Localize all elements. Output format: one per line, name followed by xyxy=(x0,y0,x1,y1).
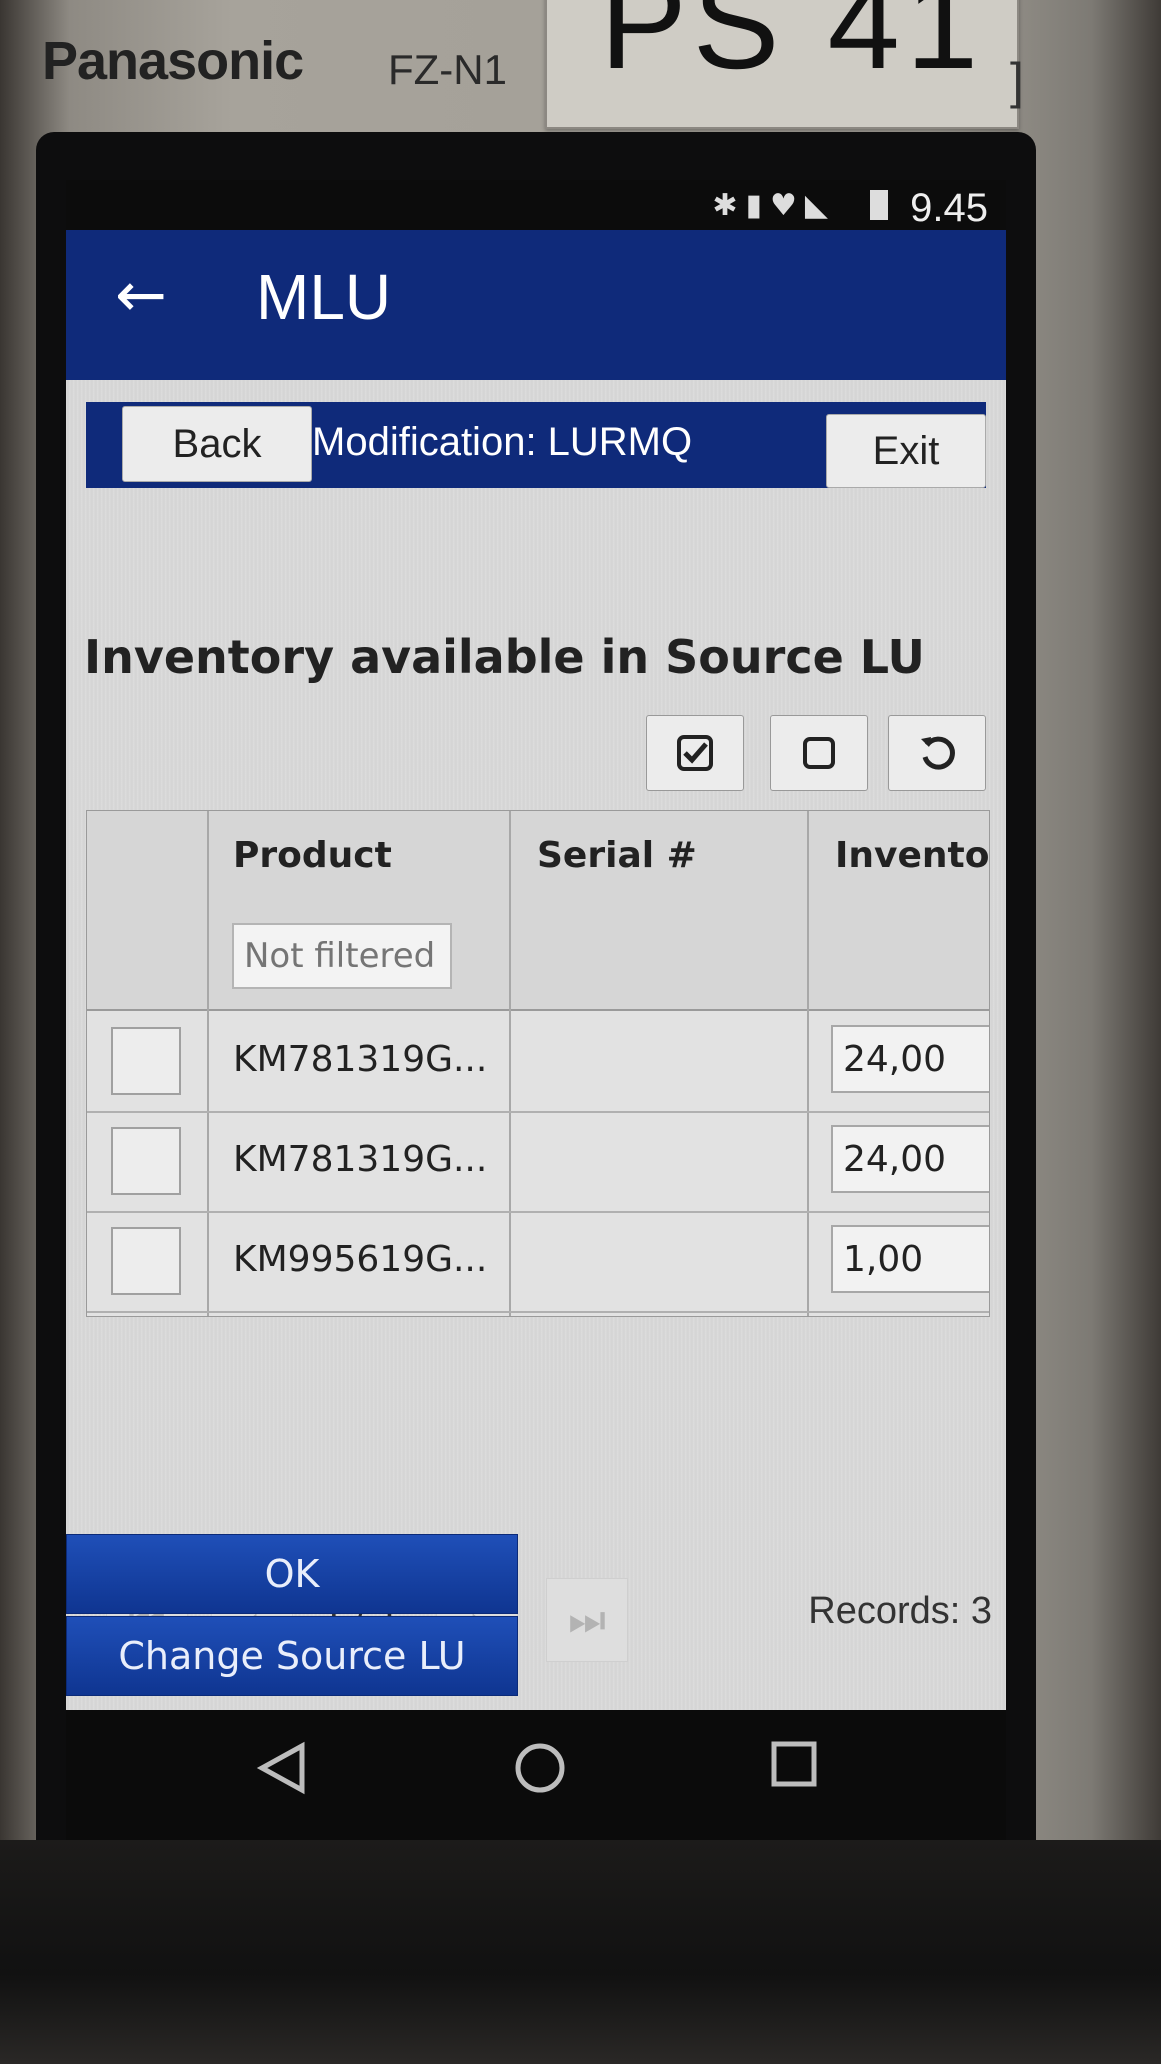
bluetooth-icon: ✱ xyxy=(712,188,746,223)
column-header-product[interactable]: Product xyxy=(233,835,392,876)
records-count: Records: 3 xyxy=(808,1590,992,1632)
device-chin xyxy=(0,1840,1161,2064)
header-band: Back Modification: LURMQ Exit xyxy=(86,402,986,488)
empty-box-icon xyxy=(803,737,835,769)
brand-logo: Panasonic xyxy=(42,31,304,91)
row-checkbox[interactable] xyxy=(111,1127,181,1195)
no-signal-icon: ◣ xyxy=(804,188,836,223)
status-time: 9.45 xyxy=(910,186,988,230)
row-checkbox[interactable] xyxy=(111,1227,181,1295)
column-header-inventory[interactable]: Inventor xyxy=(835,835,989,876)
row-checkbox[interactable] xyxy=(111,1027,181,1095)
battery-icon xyxy=(870,190,888,220)
column-header-serial[interactable]: Serial # xyxy=(537,835,697,876)
product-cell: KM781319G... xyxy=(233,1039,488,1080)
inventory-field[interactable]: 24,00 xyxy=(831,1125,989,1193)
exit-button[interactable]: Exit xyxy=(826,414,986,488)
status-icons: ✱▮♥◣ xyxy=(712,188,836,223)
table-row[interactable]: KM995619G... 1,00 xyxy=(87,1211,989,1313)
product-cell: KM995619G... xyxy=(233,1239,488,1280)
product-cell: KM781319G... xyxy=(233,1139,488,1180)
asset-sticker-text: PS 41 xyxy=(600,0,985,96)
recents-square-icon[interactable] xyxy=(770,1740,818,1788)
checked-box-icon xyxy=(677,735,713,771)
sim-icon: ▮ xyxy=(745,188,771,223)
last-page-icon[interactable]: ⏭ xyxy=(546,1578,628,1662)
reset-button[interactable] xyxy=(888,715,986,791)
table-header: Product Serial # Inventor xyxy=(87,811,989,1011)
wifi-icon: ♥ xyxy=(770,188,805,223)
back-triangle-icon[interactable] xyxy=(256,1740,308,1796)
app-title: MLU xyxy=(256,261,392,333)
screen: ✱▮♥◣ 9.45 ← MLU Back Modification: LURMQ… xyxy=(66,180,1006,1710)
inventory-table: Product Serial # Inventor KM781319G... 2… xyxy=(86,810,990,1317)
inventory-field[interactable]: 1,00 xyxy=(831,1225,989,1293)
deselect-all-button[interactable] xyxy=(770,715,868,791)
table-row[interactable]: KM781319G... 24,00 xyxy=(87,1111,989,1213)
main-content: Back Modification: LURMQ Exit Inventory … xyxy=(66,380,1006,1710)
ok-button[interactable]: OK xyxy=(66,1534,518,1614)
modification-title: Modification: LURMQ xyxy=(312,420,693,464)
undo-icon xyxy=(921,736,955,770)
select-all-button[interactable] xyxy=(646,715,744,791)
device-frame: Panasonic FZ-N1 PS 41 ] ✱▮♥◣ 9.45 ← MLU … xyxy=(0,0,1161,2064)
inventory-field[interactable]: 24,00 xyxy=(831,1025,989,1093)
nav-bar xyxy=(66,1710,1006,1840)
home-circle-icon[interactable] xyxy=(512,1740,568,1796)
bracket-mark: ] xyxy=(1010,53,1024,109)
change-source-lu-button[interactable]: Change Source LU xyxy=(66,1616,518,1696)
back-button[interactable]: Back xyxy=(122,406,312,482)
product-filter-input[interactable] xyxy=(232,923,452,989)
model-label: FZ-N1 xyxy=(388,46,507,93)
table-row[interactable]: KM781319G... 24,00 xyxy=(87,1011,989,1113)
arrow-left-icon[interactable]: ← xyxy=(106,258,176,331)
app-bar: ← MLU xyxy=(66,230,1006,380)
section-title: Inventory available in Source LU xyxy=(84,630,925,684)
status-bar: ✱▮♥◣ 9.45 xyxy=(66,180,1006,230)
